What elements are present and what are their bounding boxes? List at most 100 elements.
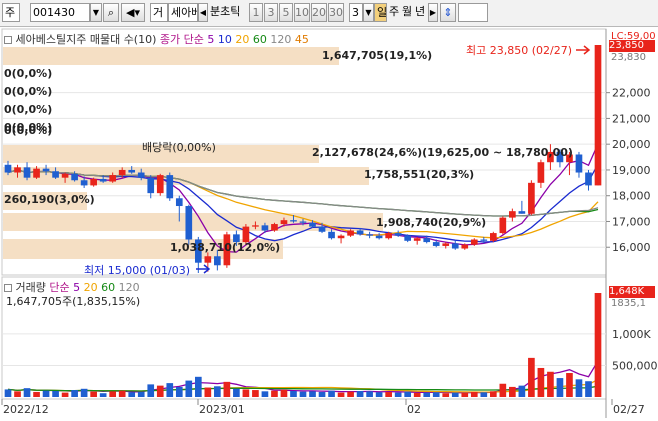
period-10-button[interactable]: 10 [294,3,310,22]
candle-body [90,178,97,186]
dividend-annotation: 배당락(0,00%) [142,141,216,154]
volume-bar [432,392,440,397]
candle-body [109,175,117,182]
mode-button[interactable]: 거 [150,3,168,22]
last-volume-tag: 1,648K [609,286,655,298]
candle-body [480,239,488,241]
ma-120-label: 120 [270,33,292,46]
volume-bar [404,391,412,397]
speaker-icon: ◀▾ [126,6,140,19]
period-dropdown-button[interactable]: ▼ [363,3,374,22]
volume-bar [328,390,335,397]
candle-body [128,169,136,173]
caret-right-icon: ▶ [429,8,437,17]
price-tick-label: 16,000 [612,241,651,254]
candle-body [166,175,174,199]
candle-body [242,226,250,243]
volume-profile-band [3,47,339,65]
zero-label: 0(0,0%) [4,124,53,137]
high-arrow-icon [576,45,591,55]
profile-label: 1,647,705(19,1%) [322,49,433,62]
candle-body [442,243,450,246]
price-tick-label: 22,000 [612,87,651,100]
volume-bar [109,391,117,397]
code-dropdown-button[interactable]: ▼ [90,3,102,22]
volume-bar [499,383,507,397]
volume-bar [71,390,78,397]
volume-bar [509,386,516,397]
volume-bar [413,392,421,397]
prev-arrow-button[interactable]: ◀ [198,3,208,22]
volume-bar [537,367,545,397]
volume-bar [99,393,107,397]
volume-bar [375,392,383,397]
ma-10-label: 10 [217,33,232,46]
candle-body [375,235,383,239]
volume-bar [347,391,354,397]
candle-body [299,221,307,223]
period-label[interactable]: 분초틱 [208,3,248,22]
price-tick-label: 18,000 [612,190,651,203]
profile-label: 1,758,551(20,3%) [364,168,475,181]
volume-bar [261,391,269,397]
volume-bar [337,392,345,397]
candle-body [14,167,21,173]
period-20-button[interactable]: 20 [311,3,327,22]
extra-input[interactable] [458,3,488,22]
candle-body [585,172,592,186]
speaker-button[interactable]: ◀▾ [121,3,145,22]
period-3-button[interactable]: 3 [264,3,278,22]
price-tick-label: 19,000 [612,164,651,177]
volume-bar [585,381,592,397]
volume-bar [518,385,526,397]
period-value-input[interactable]: 3 [349,3,363,22]
volume-bar [23,388,31,397]
period-5-button[interactable]: 5 [279,3,293,22]
candle-body [271,224,278,231]
ma-45-label: 45 [294,33,309,46]
next-arrow-button[interactable]: ▶ [428,3,438,22]
volume-bar [128,392,136,397]
candle-body [118,169,126,176]
search-button[interactable]: ⌕ [103,3,119,22]
x-tick-label: 02/27 [613,403,645,416]
week-button[interactable]: 주 [387,3,400,22]
candle-body [280,220,288,225]
candle-body [175,198,183,207]
ref-price-tag: 23,830 [611,52,646,63]
volume-bar [204,387,212,397]
volume-bar [80,388,88,397]
volume-bar [318,391,326,397]
profile-label: 2,127,678(24,6%)(19,625,00 ~ 18,780,00) [312,146,573,159]
volume-bar [280,389,288,397]
month-button[interactable]: 월 [400,3,413,22]
chart-area: 22,000 21,000 20,000 19,000 18,000 17,000 16,0… [0,27,658,418]
volume-bar [223,381,231,397]
price-tick-label: 17,000 [612,215,651,228]
candle-body [385,233,392,239]
up-down-button[interactable]: ⇕ [440,3,456,22]
period-30-button[interactable]: 30 [328,3,344,22]
day-button[interactable]: 일 [374,3,387,22]
volume-bar [42,390,50,397]
market-select[interactable]: 주 [2,3,20,22]
volume-bar [594,293,602,397]
price-legend: 세아베스틸지주 매물대 수(10) 종가 단순 5 10 20 60 120 4… [4,31,309,47]
volume-bar [480,392,488,397]
candle-body [261,225,269,231]
price-legend-ma-label: 종가 단순 [159,33,204,46]
candle-body [290,220,297,222]
volume-profile-band [3,213,383,231]
candle-body [33,168,40,178]
candle-body [518,211,526,214]
candle-body [328,231,335,239]
volume-bar [14,391,21,397]
stock-code-input[interactable]: 001430 [30,3,90,22]
candle-body [42,168,50,172]
candle-body [156,175,164,194]
x-tick-label: 02 [407,403,421,416]
period-1-button[interactable]: 1 [249,3,263,22]
year-button[interactable]: 년 [413,3,426,22]
candle-body [337,235,345,239]
candle-body [23,167,31,178]
